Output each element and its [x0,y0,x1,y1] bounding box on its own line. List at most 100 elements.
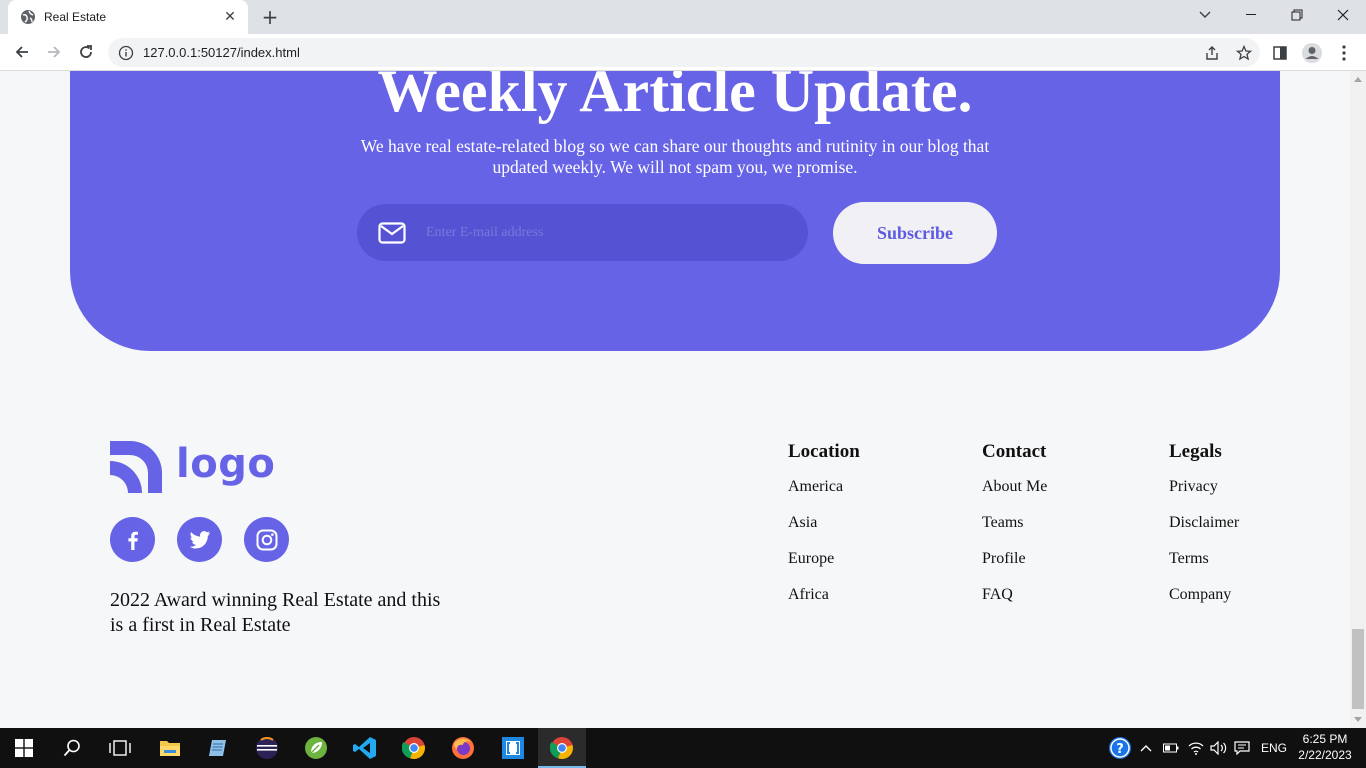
footer-link-europe[interactable]: Europe [788,549,860,569]
help-icon: ? [1109,737,1131,759]
vscode-app[interactable] [341,728,389,768]
task-view-button[interactable] [96,728,144,768]
footer-link-about-me[interactable]: About Me [982,477,1047,497]
back-button[interactable] [9,39,35,65]
start-button[interactable] [0,728,48,768]
footer-link-company[interactable]: Company [1169,585,1239,605]
email-input[interactable] [426,224,786,241]
chrome-active-app[interactable] [538,728,586,768]
scroll-up-arrow-icon[interactable] [1354,77,1362,82]
battery-icon [1163,743,1179,753]
footer-link-faq[interactable]: FAQ [982,585,1047,605]
kebab-menu-icon [1342,45,1346,61]
tab-title: Real Estate [44,10,107,24]
chrome-icon [550,737,573,760]
avatar-icon [1302,43,1322,63]
close-icon [1337,9,1349,21]
twitter-link[interactable] [177,517,222,562]
facebook-icon [127,531,138,550]
footer-link-teams[interactable]: Teams [982,513,1047,533]
instagram-link[interactable] [244,517,289,562]
browser-toolbar: 127.0.0.1:50127/index.html [0,34,1366,71]
subscribe-button[interactable]: Subscribe [833,202,997,264]
browser-tab-bar: Real Estate ✕ + [0,0,1366,34]
share-button[interactable] [1196,38,1228,67]
star-icon [1236,44,1252,60]
footer-column-contact: Contact About Me Teams Profile FAQ [982,440,1047,621]
logo-text: logo [176,441,276,487]
forward-button[interactable] [41,39,67,65]
windows-logo-icon [15,739,33,757]
help-tray-button[interactable]: ? [1108,728,1132,768]
show-hidden-icons-button[interactable] [1140,728,1152,768]
scrollbar-thumb[interactable] [1352,629,1364,709]
system-clock[interactable]: 6:25 PM 2/22/2023 [1290,731,1360,763]
side-panel-button[interactable] [1266,39,1294,67]
email-field[interactable] [357,204,808,261]
folder-icon [160,741,180,756]
page-viewport: Weekly Article Update. We have real esta… [0,71,1350,728]
footer-link-africa[interactable]: Africa [788,585,860,605]
notepad-icon [209,740,226,756]
svg-text:?: ? [1116,742,1124,757]
volume-tray-button[interactable] [1210,728,1228,768]
footer-link-profile[interactable]: Profile [982,549,1047,569]
footer-logo[interactable]: logo [110,441,275,493]
menu-button[interactable] [1330,39,1358,67]
bookmark-button[interactable] [1228,38,1260,67]
close-window-button[interactable] [1320,0,1366,30]
chevron-down-icon [1199,11,1211,18]
page-scrollbar[interactable] [1350,71,1366,728]
clock-time: 6:25 PM [1302,732,1348,746]
newsletter-section: Weekly Article Update. We have real esta… [70,71,1280,351]
tab-search-button[interactable] [1182,0,1228,30]
footer-column-location: Location America Asia Europe Africa [788,440,860,621]
search-button[interactable] [48,728,96,768]
file-explorer-app[interactable] [146,728,194,768]
footer-link-disclaimer[interactable]: Disclaimer [1169,513,1239,533]
battery-tray-button[interactable] [1163,728,1179,768]
footer-column-legals: Legals Privacy Disclaimer Terms Company [1169,440,1239,621]
firefox-app[interactable] [439,728,487,768]
url-text: 127.0.0.1:50127/index.html [143,45,300,60]
address-bar[interactable]: 127.0.0.1:50127/index.html [108,38,1260,67]
new-tab-button[interactable]: + [258,5,282,29]
eclipse-app[interactable] [243,728,291,768]
chrome-icon [402,737,425,760]
tab-close-icon[interactable]: ✕ [222,9,238,25]
spring-leaf-icon [305,737,327,759]
instagram-icon [256,529,277,550]
network-tray-button[interactable] [1188,728,1204,768]
vscode-icon [353,737,376,759]
search-icon [63,739,80,757]
bracket-app-icon [502,737,524,759]
language-indicator[interactable]: ENG [1261,728,1287,768]
restore-icon [1291,9,1303,21]
chrome-app[interactable] [390,728,438,768]
spring-tool-app[interactable] [292,728,340,768]
app-pinned[interactable] [489,728,537,768]
minimize-button[interactable] [1228,0,1274,30]
scroll-down-arrow-icon[interactable] [1354,717,1362,722]
globe-icon [21,10,35,24]
task-view-icon [109,740,131,756]
twitter-icon [189,530,210,549]
social-links [110,517,311,562]
profile-button[interactable] [1298,39,1326,67]
restore-button[interactable] [1274,0,1320,30]
notifications-tray-button[interactable] [1234,728,1250,768]
footer-link-terms[interactable]: Terms [1169,549,1239,569]
facebook-link[interactable] [110,517,155,562]
footer-link-asia[interactable]: Asia [788,513,860,533]
column-title: Legals [1169,441,1222,462]
browser-tab[interactable]: Real Estate ✕ [8,0,248,34]
footer-tagline: 2022 Award winning Real Estate and this … [110,589,441,636]
footer-link-privacy[interactable]: Privacy [1169,477,1239,497]
firefox-icon [452,737,474,759]
share-icon [1206,45,1218,60]
arrow-right-icon [48,46,61,58]
notepad-app[interactable] [194,728,242,768]
reload-button[interactable] [73,39,99,65]
info-icon[interactable] [118,45,134,61]
footer-link-america[interactable]: America [788,477,860,497]
